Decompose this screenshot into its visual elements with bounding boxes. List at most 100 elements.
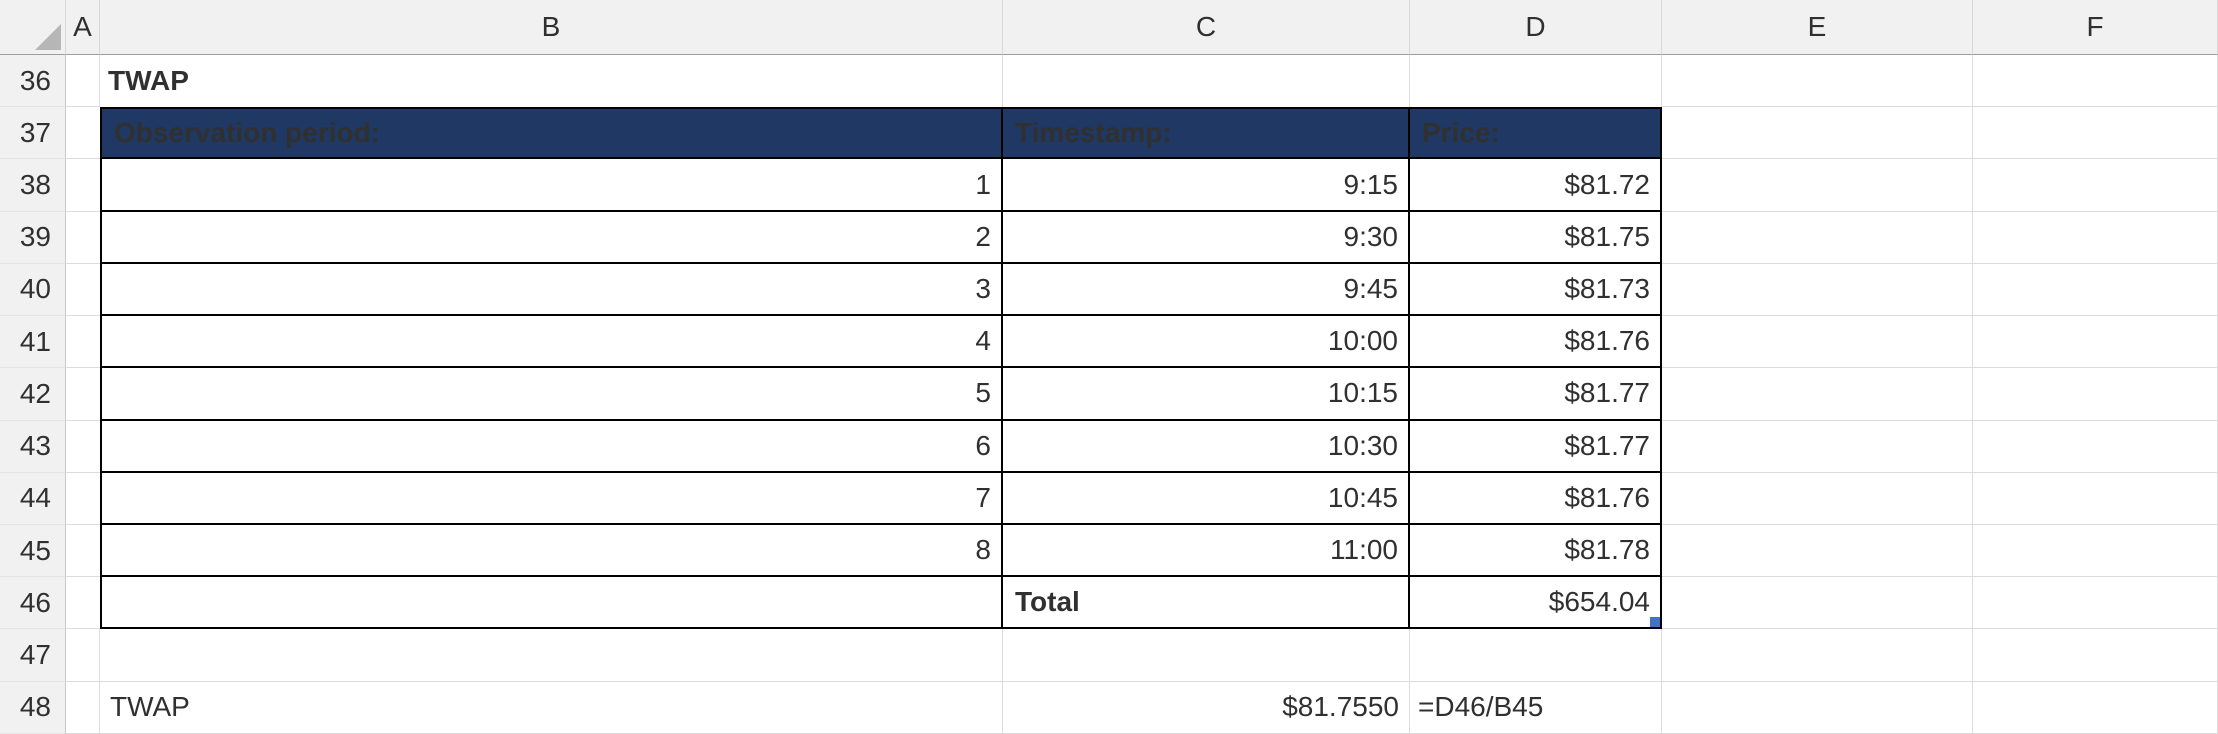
cell-c42-timestamp[interactable]: 10:15 — [1003, 368, 1410, 420]
cell-a47[interactable] — [66, 629, 100, 681]
cell-a37[interactable] — [66, 107, 100, 159]
cell-d43-price[interactable]: $81.77 — [1410, 421, 1662, 473]
cell-f42[interactable] — [1973, 368, 2218, 420]
table-header-observation[interactable]: Observation period: — [100, 107, 1003, 159]
cell-d41-price[interactable]: $81.76 — [1410, 316, 1662, 368]
cell-d44-price[interactable]: $81.76 — [1410, 473, 1662, 525]
cell-e47[interactable] — [1662, 629, 1973, 681]
cell-e43[interactable] — [1662, 421, 1973, 473]
row-header-48[interactable]: 48 — [0, 682, 66, 734]
total-value-cell[interactable]: $654.04 — [1410, 577, 1662, 629]
row-header-41[interactable]: 41 — [0, 316, 66, 368]
row-header-39[interactable]: 39 — [0, 212, 66, 264]
cell-e41[interactable] — [1662, 316, 1973, 368]
cell-f39[interactable] — [1973, 212, 2218, 264]
cell-b39-period[interactable]: 2 — [100, 212, 1003, 264]
cell-a41[interactable] — [66, 316, 100, 368]
cell-c44-timestamp[interactable]: 10:45 — [1003, 473, 1410, 525]
cell-e39[interactable] — [1662, 212, 1973, 264]
cell-b44-period[interactable]: 7 — [100, 473, 1003, 525]
cell-c38-timestamp[interactable]: 9:15 — [1003, 159, 1410, 211]
cell-d47[interactable] — [1410, 629, 1662, 681]
cell-e38[interactable] — [1662, 159, 1973, 211]
row-header-43[interactable]: 43 — [0, 421, 66, 473]
row-header-45[interactable]: 45 — [0, 525, 66, 577]
cell-f47[interactable] — [1973, 629, 2218, 681]
cell-f48[interactable] — [1973, 682, 2218, 734]
cell-b42-period[interactable]: 5 — [100, 368, 1003, 420]
cell-e48[interactable] — [1662, 682, 1973, 734]
cell-e46[interactable] — [1662, 577, 1973, 629]
cell-b47[interactable] — [100, 629, 1003, 681]
select-all-icon — [35, 24, 61, 50]
total-label-cell[interactable]: Total — [1003, 577, 1410, 629]
cell-b45-period[interactable]: 8 — [100, 525, 1003, 577]
cell-e45[interactable] — [1662, 525, 1973, 577]
col-header-b[interactable]: B — [100, 0, 1003, 55]
row-header-46[interactable]: 46 — [0, 577, 66, 629]
sheet-title-cell[interactable]: TWAP — [100, 55, 1003, 107]
cell-a43[interactable] — [66, 421, 100, 473]
cell-c47[interactable] — [1003, 629, 1410, 681]
row-header-44[interactable]: 44 — [0, 473, 66, 525]
cell-b46[interactable] — [100, 577, 1003, 629]
table-header-timestamp[interactable]: Timestamp: — [1003, 107, 1410, 159]
fill-handle[interactable] — [1648, 615, 1662, 629]
cell-b43-period[interactable]: 6 — [100, 421, 1003, 473]
cell-b38-period[interactable]: 1 — [100, 159, 1003, 211]
cell-e42[interactable] — [1662, 368, 1973, 420]
col-header-f[interactable]: F — [1973, 0, 2218, 55]
cell-a46[interactable] — [66, 577, 100, 629]
row-header-37[interactable]: 37 — [0, 107, 66, 159]
row-header-42[interactable]: 42 — [0, 368, 66, 420]
cell-a36[interactable] — [66, 55, 100, 107]
cell-c45-timestamp[interactable]: 11:00 — [1003, 525, 1410, 577]
cell-c39-timestamp[interactable]: 9:30 — [1003, 212, 1410, 264]
cell-c40-timestamp[interactable]: 9:45 — [1003, 264, 1410, 316]
cell-f41[interactable] — [1973, 316, 2218, 368]
select-all-corner[interactable] — [0, 0, 66, 55]
cell-a45[interactable] — [66, 525, 100, 577]
cell-d45-price[interactable]: $81.78 — [1410, 525, 1662, 577]
cell-d38-price[interactable]: $81.72 — [1410, 159, 1662, 211]
cell-f38[interactable] — [1973, 159, 2218, 211]
cell-f44[interactable] — [1973, 473, 2218, 525]
row-header-38[interactable]: 38 — [0, 159, 66, 211]
cell-f45[interactable] — [1973, 525, 2218, 577]
row-header-36[interactable]: 36 — [0, 55, 66, 107]
cell-f43[interactable] — [1973, 421, 2218, 473]
col-header-c[interactable]: C — [1003, 0, 1410, 55]
cell-c36[interactable] — [1003, 55, 1410, 107]
cell-d36[interactable] — [1410, 55, 1662, 107]
row-header-40[interactable]: 40 — [0, 264, 66, 316]
row-header-47[interactable]: 47 — [0, 629, 66, 681]
cell-d39-price[interactable]: $81.75 — [1410, 212, 1662, 264]
col-header-a[interactable]: A — [66, 0, 100, 55]
cell-f46[interactable] — [1973, 577, 2218, 629]
cell-a40[interactable] — [66, 264, 100, 316]
col-header-d[interactable]: D — [1410, 0, 1662, 55]
twap-label-cell[interactable]: TWAP — [100, 682, 1003, 734]
cell-a48[interactable] — [66, 682, 100, 734]
cell-a39[interactable] — [66, 212, 100, 264]
cell-e37[interactable] — [1662, 107, 1973, 159]
twap-formula-cell[interactable]: =D46/B45 — [1410, 682, 1662, 734]
cell-b40-period[interactable]: 3 — [100, 264, 1003, 316]
cell-c41-timestamp[interactable]: 10:00 — [1003, 316, 1410, 368]
twap-value-cell[interactable]: $81.7550 — [1003, 682, 1410, 734]
cell-b41-period[interactable]: 4 — [100, 316, 1003, 368]
cell-c43-timestamp[interactable]: 10:30 — [1003, 421, 1410, 473]
cell-e44[interactable] — [1662, 473, 1973, 525]
cell-a42[interactable] — [66, 368, 100, 420]
cell-f40[interactable] — [1973, 264, 2218, 316]
cell-e40[interactable] — [1662, 264, 1973, 316]
cell-f36[interactable] — [1973, 55, 2218, 107]
cell-a38[interactable] — [66, 159, 100, 211]
table-header-price[interactable]: Price: — [1410, 107, 1662, 159]
col-header-e[interactable]: E — [1662, 0, 1973, 55]
cell-d40-price[interactable]: $81.73 — [1410, 264, 1662, 316]
cell-a44[interactable] — [66, 473, 100, 525]
cell-d42-price[interactable]: $81.77 — [1410, 368, 1662, 420]
cell-f37[interactable] — [1973, 107, 2218, 159]
cell-e36[interactable] — [1662, 55, 1973, 107]
